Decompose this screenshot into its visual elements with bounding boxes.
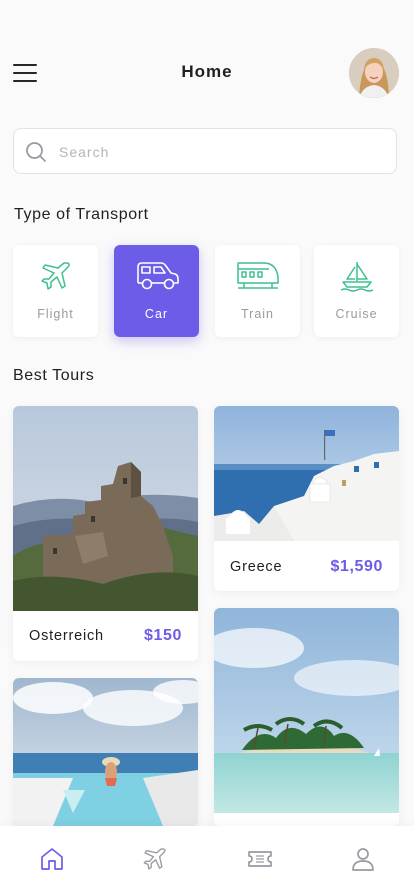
transport-label-cruise: Cruise bbox=[335, 307, 378, 321]
transport-option-car[interactable]: Car bbox=[114, 245, 199, 337]
airplane-icon bbox=[143, 848, 166, 870]
tropical-island-photo bbox=[214, 608, 399, 813]
transport-option-cruise[interactable]: Cruise bbox=[314, 245, 399, 337]
santorini-photo bbox=[214, 406, 399, 541]
airplane-icon bbox=[40, 262, 70, 290]
tour-name: Osterreich bbox=[29, 628, 104, 644]
tour-card-greece[interactable]: Greece $1,590 bbox=[214, 406, 399, 591]
car-icon bbox=[136, 262, 179, 290]
search-input[interactable] bbox=[57, 129, 381, 175]
tour-card-osterreich[interactable]: Osterreich $150 bbox=[13, 406, 198, 661]
ticket-icon bbox=[248, 851, 272, 867]
tour-card-island[interactable] bbox=[214, 608, 399, 826]
transport-option-flight[interactable]: Flight bbox=[13, 245, 98, 337]
tour-price: $1,590 bbox=[330, 558, 383, 575]
avatar[interactable] bbox=[349, 48, 399, 98]
sailboat-icon bbox=[340, 262, 373, 292]
tab-profile[interactable] bbox=[350, 846, 376, 872]
search-bar[interactable] bbox=[13, 128, 397, 175]
infinity-pool-photo bbox=[13, 678, 198, 826]
train-icon bbox=[236, 262, 279, 289]
tab-tickets[interactable] bbox=[247, 846, 273, 872]
tour-card-pool[interactable] bbox=[13, 678, 198, 826]
transport-section-title: Type of Transport bbox=[14, 206, 149, 223]
tab-home[interactable] bbox=[39, 846, 65, 872]
bottom-tab-bar bbox=[0, 826, 414, 896]
home-icon bbox=[41, 848, 63, 870]
transport-options: Flight Car Train Cruise bbox=[13, 245, 399, 337]
transport-label-train: Train bbox=[240, 307, 274, 321]
transport-label-car: Car bbox=[144, 307, 169, 321]
tour-name: Greece bbox=[230, 559, 283, 575]
app-header: Home bbox=[0, 46, 414, 102]
tour-price: $150 bbox=[144, 627, 182, 644]
tab-flights[interactable] bbox=[142, 846, 168, 872]
search-icon bbox=[26, 142, 46, 162]
transport-option-train[interactable]: Train bbox=[215, 245, 300, 337]
transport-label-flight: Flight bbox=[37, 307, 74, 321]
tours-section-title: Best Tours bbox=[13, 367, 95, 384]
profile-icon bbox=[352, 848, 374, 871]
castle-photo bbox=[13, 406, 198, 611]
